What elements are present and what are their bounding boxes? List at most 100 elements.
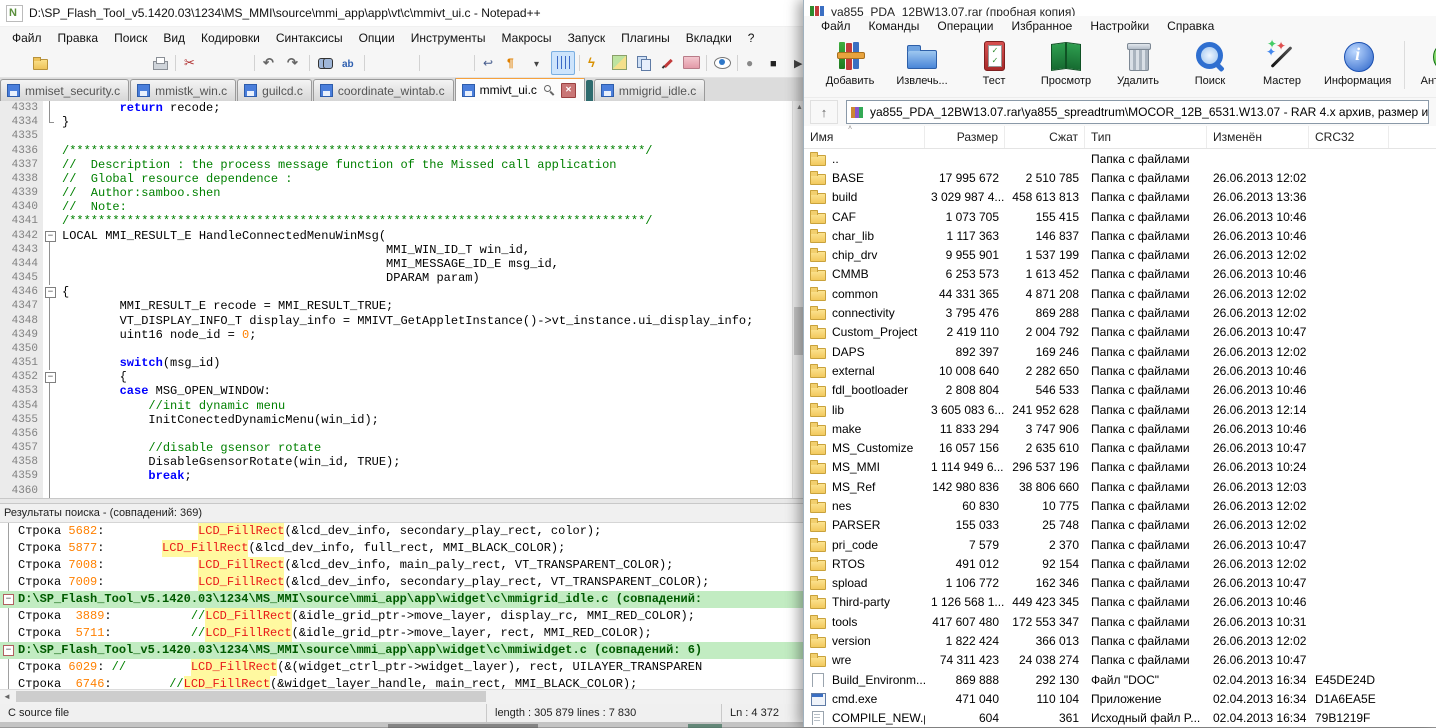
scroll-left-icon[interactable]: ◄ — [0, 690, 14, 703]
column-header-size[interactable]: Размер — [925, 126, 1005, 148]
code-line[interactable]: 4337// Description : the process message… — [0, 158, 793, 172]
menu-item[interactable]: Синтаксисы — [268, 29, 351, 47]
file-list-row[interactable]: MS_Ref 142 980 836 38 806 660 Папка с фа… — [804, 477, 1436, 496]
code-line[interactable]: 4356 — [0, 427, 793, 441]
code-line[interactable]: 4334} — [0, 115, 793, 129]
code-line[interactable]: 4342LOCAL MMI_RESULT_E HandleConnectedMe… — [0, 229, 793, 243]
file-list-row[interactable]: spload 1 106 772 162 346 Папка с файлами… — [804, 574, 1436, 593]
code-line[interactable]: 4355 InitConectedDynamicMenu(win_id); — [0, 413, 793, 427]
file-list-row[interactable]: external 10 008 640 2 282 650 Папка с фа… — [804, 361, 1436, 380]
tab-guilcd-c[interactable]: guilcd.c✕ — [237, 79, 312, 101]
file-list-row[interactable]: make 11 833 294 3 747 906 Папка с файлам… — [804, 419, 1436, 438]
menu-item[interactable]: Правка — [50, 29, 107, 47]
code-line[interactable]: 4340// Note: — [0, 200, 793, 214]
result-match-row[interactable]: Строка 3889: //LCD_FillRect(&idle_grid_p… — [0, 608, 806, 625]
result-match-row[interactable]: Строка 5682: LCD_FillRect(&lcd_dev_info,… — [0, 523, 806, 540]
file-list-row[interactable]: COMPILE_NEW.pl 604 361 Исходный файл P..… — [804, 709, 1436, 727]
result-fold-margin[interactable] — [0, 642, 18, 659]
menu-item[interactable]: Команды — [860, 17, 929, 35]
file-list-row[interactable]: BASE 17 995 672 2 510 785 Папка с файлам… — [804, 168, 1436, 187]
file-list-row[interactable]: Third-party 1 126 568 1... 449 423 345 П… — [804, 593, 1436, 612]
column-header-name[interactable]: Имя — [804, 126, 925, 148]
code-line[interactable]: 4349 uint16 node_id = 0; — [0, 328, 793, 342]
file-list-row[interactable]: wre 74 311 423 24 038 274 Папка с файлам… — [804, 651, 1436, 670]
code-line[interactable]: 4359 break; — [0, 469, 793, 483]
scrollbar-thumb[interactable] — [16, 691, 486, 702]
file-list-row[interactable]: cmd.exe 471 040 110 104 Приложение 02.04… — [804, 689, 1436, 708]
code-line[interactable]: 4336/***********************************… — [0, 144, 793, 158]
file-list-row[interactable]: chip_drv 9 955 901 1 537 199 Папка с фай… — [804, 245, 1436, 264]
result-match-row[interactable]: Строка 5711: //LCD_FillRect(&idle_grid_p… — [0, 625, 806, 642]
file-list-row[interactable]: CAF 1 073 705 155 415 Папка с файлами 26… — [804, 207, 1436, 226]
menu-item[interactable]: Вид — [155, 29, 193, 47]
file-list-row[interactable]: pri_code 7 579 2 370 Папка с файлами 26.… — [804, 535, 1436, 554]
menu-item[interactable]: Поиск — [106, 29, 155, 47]
fold-margin[interactable] — [43, 229, 57, 243]
result-match-row[interactable]: Строка 5877: LCD_FillRect(&lcd_dev_info,… — [0, 540, 806, 557]
menu-item[interactable]: Инструменты — [403, 29, 494, 47]
file-list-row[interactable]: Build_Environm... 869 888 292 130 Файл "… — [804, 670, 1436, 689]
menu-item[interactable]: Макросы — [494, 29, 560, 47]
menu-item[interactable]: Справка — [1158, 17, 1223, 35]
code-line[interactable]: 4343 MMI_WIN_ID_T win_id, — [0, 243, 793, 257]
tab-mmivt-ui-c[interactable]: mmivt_ui.c✕ — [455, 78, 585, 101]
file-list-row[interactable]: .. Папка с файлами — [804, 149, 1436, 168]
column-header-modified[interactable]: Изменён — [1207, 126, 1309, 148]
file-list-row[interactable]: MS_Customize 16 057 156 2 635 610 Папка … — [804, 438, 1436, 457]
code-line[interactable]: 4348 VT_DISPLAY_INFO_T display_info = MM… — [0, 314, 793, 328]
fold-margin[interactable] — [43, 370, 57, 384]
menu-item[interactable]: Файл — [4, 29, 50, 47]
result-match-row[interactable]: Строка 6029: // LCD_FillRect(&(widget_ct… — [0, 659, 806, 676]
code-line[interactable]: 4357 //disable gsensor rotate — [0, 441, 793, 455]
file-list-row[interactable]: PARSER 155 033 25 748 Папка с файлами 26… — [804, 516, 1436, 535]
result-match-row[interactable]: Строка 7009: LCD_FillRect(&lcd_dev_info,… — [0, 574, 806, 591]
tab-mmiset-security-c[interactable]: mmiset_security.c✕ — [0, 79, 129, 101]
code-line[interactable]: 4345 DPARAM param) — [0, 271, 793, 285]
tab-coordinate-wintab-c[interactable]: coordinate_wintab.c✕ — [313, 79, 454, 101]
result-match-row[interactable]: Строка 6746: //LCD_FillRect(&widget_laye… — [0, 676, 806, 689]
file-list-row[interactable]: RTOS 491 012 92 154 Папка с файлами 26.0… — [804, 554, 1436, 573]
file-list-row[interactable]: lib 3 605 083 6... 241 952 628 Папка с ф… — [804, 400, 1436, 419]
code-line[interactable]: 4352 { — [0, 370, 793, 384]
code-line[interactable]: 4351 switch(msg_id) — [0, 356, 793, 370]
column-header-packed[interactable]: Сжат — [1005, 126, 1085, 148]
menu-item[interactable]: Файл — [812, 17, 860, 35]
archive-path-combobox[interactable]: ya855_PDA_12BW13.07.rar\ya855_spreadtrum… — [846, 100, 1429, 124]
file-list-row[interactable]: CMMB 6 253 573 1 613 452 Папка с файлами… — [804, 265, 1436, 284]
results-horizontal-scrollbar[interactable]: ◄ — [0, 689, 806, 704]
code-line[interactable]: 4344 MMI_MESSAGE_ID_E msg_id, — [0, 257, 793, 271]
fold-margin[interactable] — [43, 285, 57, 299]
code-editor[interactable]: 4333 return recode;4334}43354336/*******… — [0, 101, 806, 498]
file-list-row[interactable]: Custom_Project 2 419 110 2 004 792 Папка… — [804, 323, 1436, 342]
code-line[interactable]: 4347 MMI_RESULT_E recode = MMI_RESULT_TR… — [0, 299, 793, 313]
menu-item[interactable]: Вкладки — [678, 29, 740, 47]
menu-item[interactable]: Избранное — [1003, 17, 1082, 35]
code-line[interactable]: 4354 //init dynamic menu — [0, 399, 793, 413]
tab-mmigrid-idle-c[interactable]: mmigrid_idle.c✕ — [594, 79, 705, 101]
menu-item[interactable]: Кодировки — [193, 29, 268, 47]
code-line[interactable]: 4341/***********************************… — [0, 214, 793, 228]
file-list-row[interactable]: tools 417 607 480 172 553 347 Папка с фа… — [804, 612, 1436, 631]
code-line[interactable]: 4360 — [0, 484, 793, 498]
result-file-row[interactable]: D:\SP_Flash_Tool_v5.1420.03\1234\MS_MMI\… — [0, 642, 806, 659]
menu-item[interactable]: ? — [740, 29, 763, 47]
result-match-row[interactable]: Строка 7008: LCD_FillRect(&lcd_dev_info,… — [0, 557, 806, 574]
result-file-row[interactable]: D:\SP_Flash_Tool_v5.1420.03\1234\MS_MMI\… — [0, 591, 806, 608]
up-one-level-button[interactable]: ↑ — [810, 100, 838, 124]
file-list-row[interactable]: common 44 331 365 4 871 208 Папка с файл… — [804, 284, 1436, 303]
file-list-row[interactable]: connectivity 3 795 476 869 288 Папка с ф… — [804, 303, 1436, 322]
file-list-row[interactable]: MS_MMI 1 114 949 6... 296 537 196 Папка … — [804, 458, 1436, 477]
file-list-row[interactable]: version 1 822 424 366 013 Папка с файлам… — [804, 631, 1436, 650]
code-line[interactable]: 4339// Author:samboo.shen — [0, 186, 793, 200]
code-line[interactable]: 4358 DisableGsensorRotate(win_id, TRUE); — [0, 455, 793, 469]
menu-item[interactable]: Плагины — [613, 29, 678, 47]
file-list-row[interactable]: DAPS 892 397 169 246 Папка с файлами 26.… — [804, 342, 1436, 361]
code-line[interactable]: 4333 return recode; — [0, 101, 793, 115]
close-tab-icon[interactable]: ✕ — [561, 83, 576, 98]
result-fold-margin[interactable] — [0, 591, 18, 608]
code-line[interactable]: 4350 — [0, 342, 793, 356]
code-line[interactable]: 4353 case MSG_OPEN_WINDOW: — [0, 384, 793, 398]
menu-item[interactable]: Настройки — [1081, 17, 1158, 35]
file-list-row[interactable]: nes 60 830 10 775 Папка с файлами 26.06.… — [804, 496, 1436, 515]
file-list-row[interactable]: fdl_bootloader 2 808 804 546 533 Папка с… — [804, 381, 1436, 400]
